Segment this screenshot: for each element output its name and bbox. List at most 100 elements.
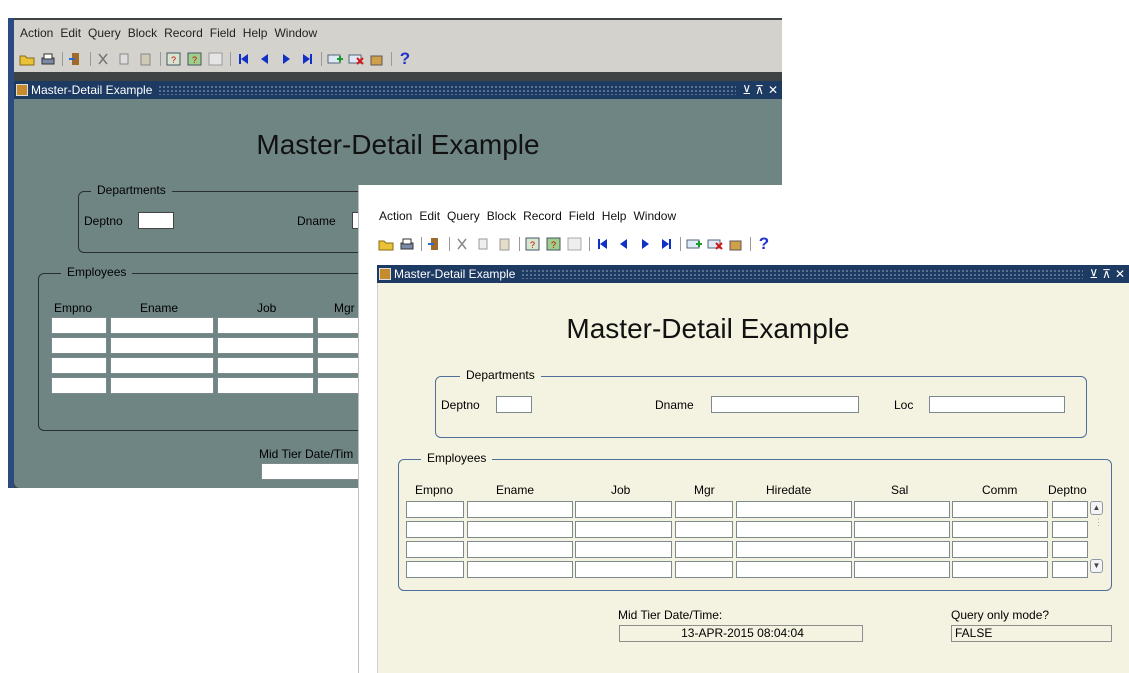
deptno-cell[interactable]: [1052, 521, 1088, 538]
empno-cell[interactable]: [51, 377, 107, 394]
comm-cell[interactable]: [952, 541, 1048, 558]
hiredate-cell[interactable]: [736, 561, 852, 578]
print-icon[interactable]: [398, 235, 416, 253]
job-cell[interactable]: [217, 317, 314, 334]
enter-query-icon[interactable]: ?: [524, 235, 542, 253]
open-icon[interactable]: [377, 235, 395, 253]
back-menu-query[interactable]: Query: [88, 26, 121, 40]
menu-help[interactable]: Help: [602, 209, 627, 223]
sal-cell[interactable]: [854, 561, 950, 578]
mgr-cell[interactable]: [675, 501, 733, 518]
exit-icon[interactable]: [426, 235, 444, 253]
hiredate-cell[interactable]: [736, 501, 852, 518]
back-menu-field[interactable]: Field: [210, 26, 236, 40]
minimize-icon[interactable]: ⊻: [742, 83, 751, 97]
back-menu-action[interactable]: Action: [20, 26, 53, 40]
execute-query-icon[interactable]: ?: [186, 50, 204, 68]
empno-cell[interactable]: [51, 317, 107, 334]
menu-query[interactable]: Query: [447, 209, 480, 223]
cancel-query-icon[interactable]: [566, 235, 584, 253]
deptno-cell[interactable]: [1052, 561, 1088, 578]
ename-cell[interactable]: [467, 561, 573, 578]
help-icon[interactable]: ?: [396, 49, 414, 68]
job-cell[interactable]: [217, 357, 314, 374]
deptno-field[interactable]: [138, 212, 174, 229]
last-record-icon[interactable]: [298, 50, 316, 68]
lock-record-icon[interactable]: [727, 235, 745, 253]
first-record-icon[interactable]: [594, 235, 612, 253]
job-cell[interactable]: [575, 541, 672, 558]
menu-window[interactable]: Window: [633, 209, 676, 223]
empno-cell[interactable]: [51, 337, 107, 354]
close-icon[interactable]: ✕: [768, 83, 778, 97]
ename-cell[interactable]: [467, 521, 573, 538]
menu-action[interactable]: Action: [379, 209, 412, 223]
ename-cell[interactable]: [110, 337, 214, 354]
deptno-field[interactable]: [496, 396, 532, 413]
hiredate-cell[interactable]: [736, 541, 852, 558]
close-icon[interactable]: ✕: [1115, 267, 1125, 281]
copy-icon[interactable]: [475, 235, 493, 253]
job-cell[interactable]: [217, 377, 314, 394]
delete-record-icon[interactable]: [347, 50, 365, 68]
previous-record-icon[interactable]: [615, 235, 633, 253]
copy-icon[interactable]: [116, 50, 134, 68]
comm-cell[interactable]: [952, 561, 1048, 578]
hiredate-cell[interactable]: [736, 521, 852, 538]
mgr-cell[interactable]: [675, 521, 733, 538]
minimize-icon[interactable]: ⊻: [1089, 267, 1098, 281]
sal-cell[interactable]: [854, 501, 950, 518]
back-menu-edit[interactable]: Edit: [60, 26, 81, 40]
previous-record-icon[interactable]: [256, 50, 274, 68]
empno-cell[interactable]: [406, 561, 464, 578]
back-menu-block[interactable]: Block: [128, 26, 157, 40]
back-window-titlebar[interactable]: Master-Detail Example ⊻ ⊼ ✕: [14, 81, 782, 99]
back-menu-window[interactable]: Window: [274, 26, 317, 40]
maximize-icon[interactable]: ⊼: [1102, 267, 1111, 281]
insert-record-icon[interactable]: [685, 235, 703, 253]
back-menu-record[interactable]: Record: [164, 26, 203, 40]
execute-query-icon[interactable]: ?: [545, 235, 563, 253]
paste-icon[interactable]: [496, 235, 514, 253]
menu-edit[interactable]: Edit: [419, 209, 440, 223]
help-icon[interactable]: ?: [755, 234, 773, 253]
front-window-titlebar[interactable]: Master-Detail Example ⊻ ⊼ ✕: [377, 265, 1129, 283]
job-cell[interactable]: [575, 521, 672, 538]
last-record-icon[interactable]: [657, 235, 675, 253]
ename-cell[interactable]: [467, 501, 573, 518]
exit-icon[interactable]: [67, 50, 85, 68]
cancel-query-icon[interactable]: [207, 50, 225, 68]
loc-field[interactable]: [929, 396, 1065, 413]
open-icon[interactable]: [18, 50, 36, 68]
lock-record-icon[interactable]: [368, 50, 386, 68]
ename-cell[interactable]: [110, 317, 214, 334]
cut-icon[interactable]: [454, 235, 472, 253]
empno-cell[interactable]: [406, 541, 464, 558]
menu-record[interactable]: Record: [523, 209, 562, 223]
mgr-cell[interactable]: [675, 561, 733, 578]
first-record-icon[interactable]: [235, 50, 253, 68]
scrollbar-track[interactable]: ⋮: [1094, 517, 1103, 553]
back-menu-help[interactable]: Help: [243, 26, 268, 40]
empno-cell[interactable]: [51, 357, 107, 374]
ename-cell[interactable]: [110, 377, 214, 394]
paste-icon[interactable]: [137, 50, 155, 68]
ename-cell[interactable]: [110, 357, 214, 374]
deptno-cell[interactable]: [1052, 501, 1088, 518]
mgr-cell[interactable]: [675, 541, 733, 558]
deptno-cell[interactable]: [1052, 541, 1088, 558]
comm-cell[interactable]: [952, 501, 1048, 518]
empno-cell[interactable]: [406, 521, 464, 538]
menu-block[interactable]: Block: [487, 209, 516, 223]
cut-icon[interactable]: [95, 50, 113, 68]
job-cell[interactable]: [575, 501, 672, 518]
maximize-icon[interactable]: ⊼: [755, 83, 764, 97]
job-cell[interactable]: [217, 337, 314, 354]
print-icon[interactable]: [39, 50, 57, 68]
scroll-down-button[interactable]: ▼: [1090, 559, 1103, 573]
job-cell[interactable]: [575, 561, 672, 578]
menu-field[interactable]: Field: [569, 209, 595, 223]
ename-cell[interactable]: [467, 541, 573, 558]
sal-cell[interactable]: [854, 521, 950, 538]
empno-cell[interactable]: [406, 501, 464, 518]
